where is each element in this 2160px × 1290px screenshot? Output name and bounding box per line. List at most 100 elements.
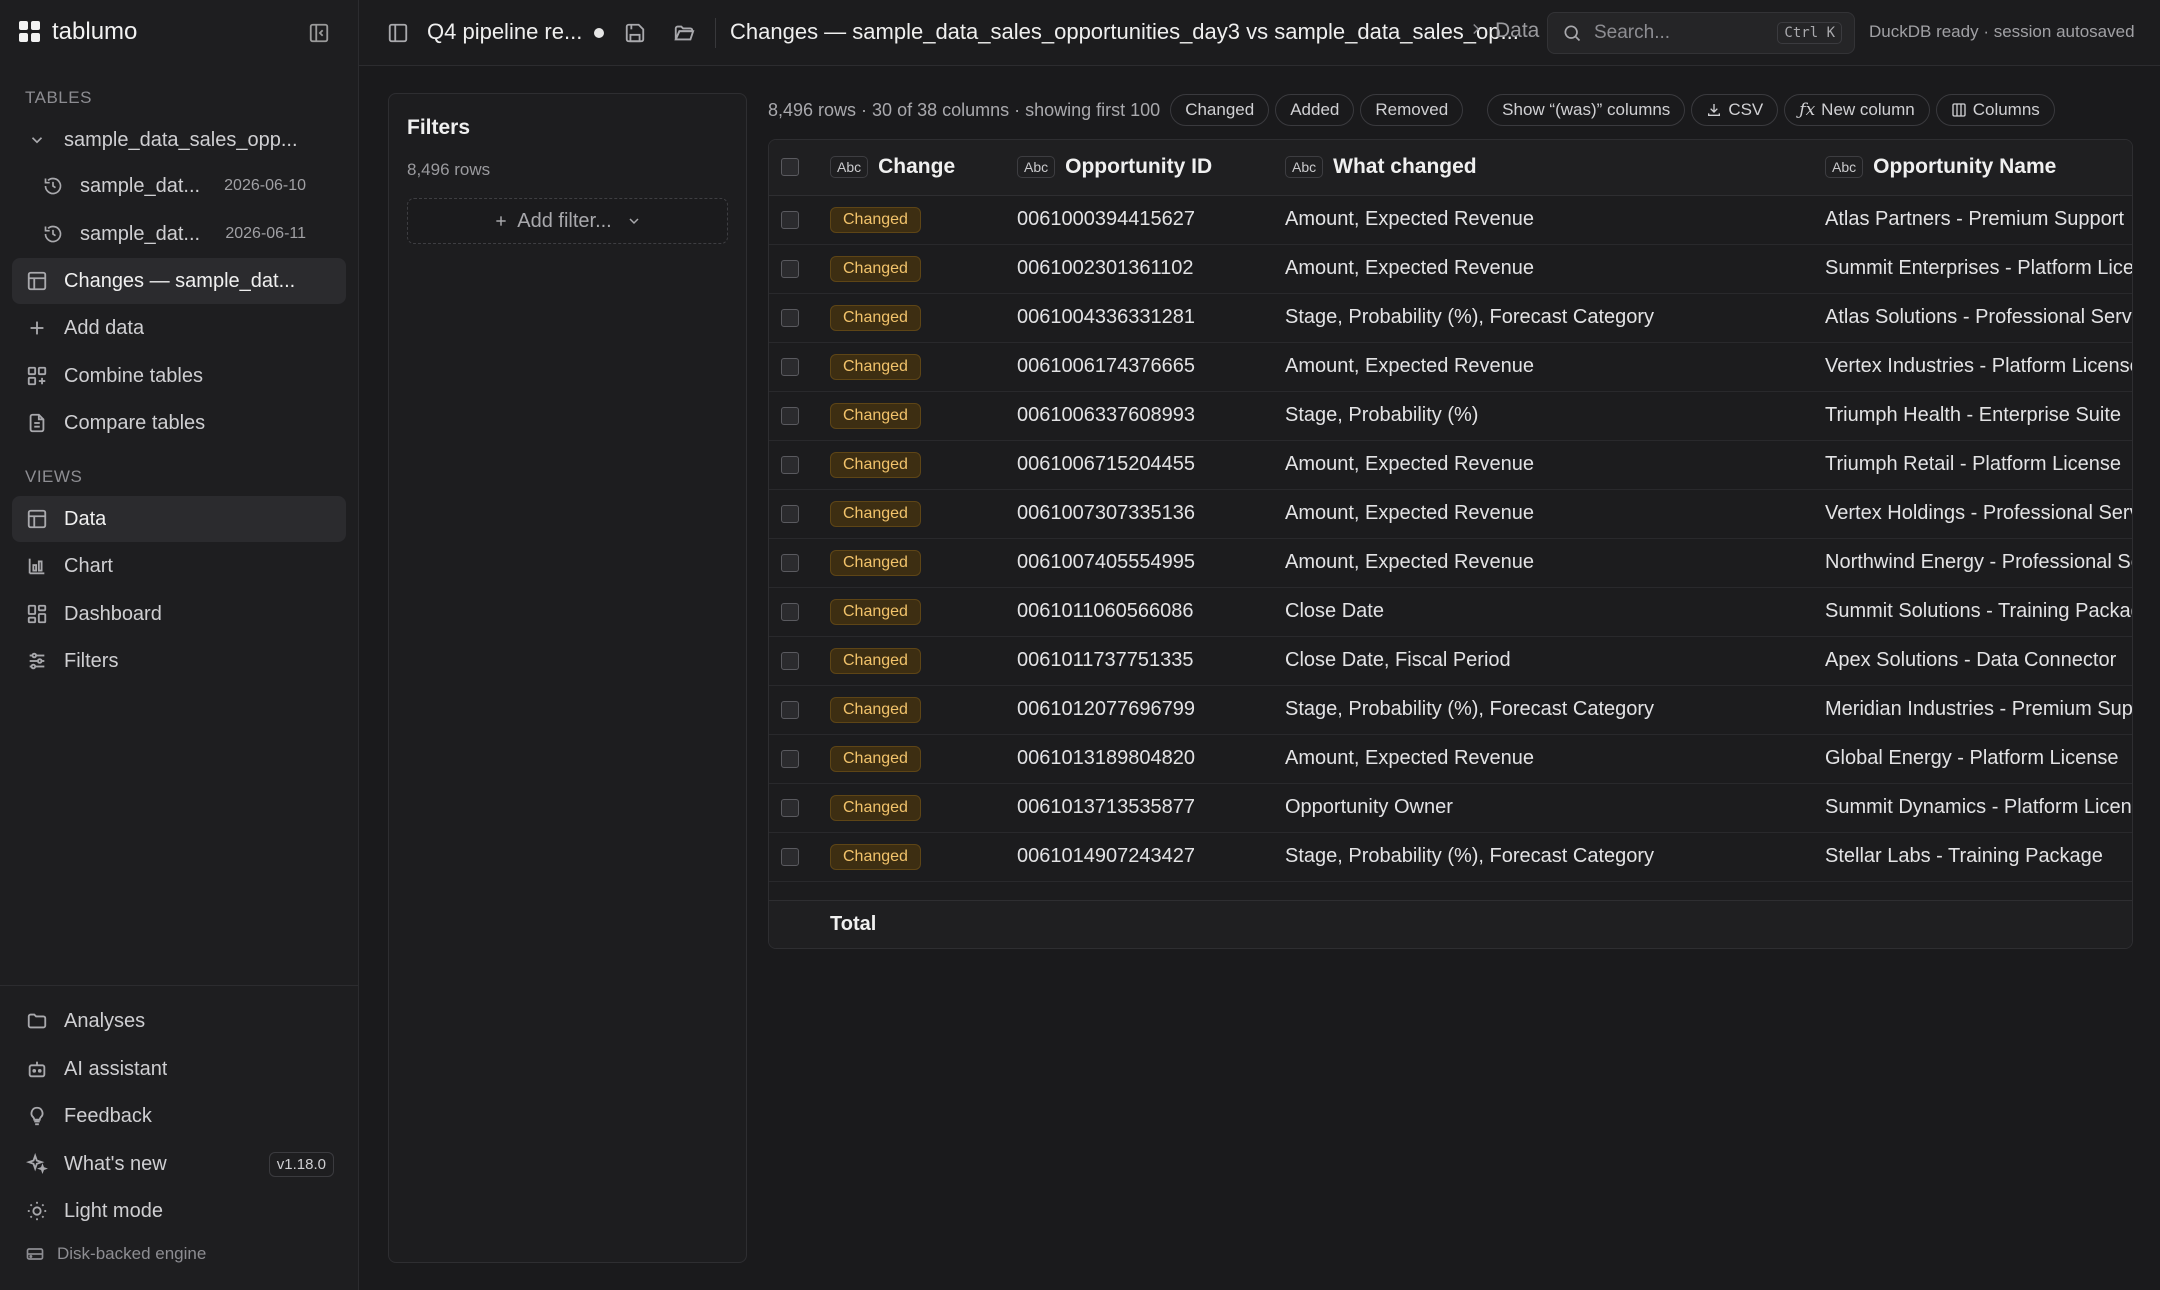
table-row[interactable]: Changed 0061000394415627 Amount, Expected … — [769, 195, 2132, 244]
sidebar-item-dashboard[interactable]: Dashboard — [12, 591, 346, 637]
row-checkbox[interactable] — [781, 357, 799, 376]
table-row[interactable]: Changed 0061013189804820 Amount, Expected … — [769, 734, 2132, 783]
opportunity-name-cell: Stellar Labs - Training Package — [1825, 845, 2103, 867]
row-checkbox[interactable] — [781, 700, 799, 719]
row-checkbox[interactable] — [781, 406, 799, 425]
what-changed-cell: Stage, Probability (%), Forecast Categor… — [1285, 306, 1655, 328]
change-cell: Changed — [816, 244, 1017, 293]
row-select-cell — [769, 293, 816, 342]
sidebar-item-ai-assistant[interactable]: AI assistant — [12, 1046, 346, 1092]
change-status-badge: Changed — [830, 549, 921, 576]
table-row[interactable]: Changed 0061011060566086 Close Date Summit … — [769, 587, 2132, 636]
table-row[interactable]: Changed 0061007405554995 Amount, Expected … — [769, 538, 2132, 587]
brand[interactable]: tablumo — [18, 14, 137, 50]
keyboard-shortcut: Ctrl K — [1777, 22, 1842, 44]
row-checkbox[interactable] — [781, 602, 799, 621]
sidebar-item-whats-new[interactable]: What's new v1.18.0 — [12, 1141, 346, 1187]
toggle-panel-icon[interactable] — [382, 18, 414, 48]
opportunity-name-cell: Summit Dynamics - Platform License — [1825, 796, 2133, 818]
table-group-sales-opportunities[interactable]: sample_data_sales_opp... — [12, 117, 346, 163]
export-csv-button[interactable]: CSV — [1691, 94, 1779, 126]
sidebar-item-label: Compare tables — [64, 411, 206, 434]
snapshot-item-1[interactable]: sample_dat... 2026-06-10 — [28, 163, 346, 209]
change-cell: Changed — [816, 440, 1017, 489]
sidebar: tablumo TABLES sample_data_sales_opp... … — [0, 0, 359, 1290]
table-icon — [24, 508, 50, 530]
table-row[interactable]: Changed 0061007307335136 Amount, Expected … — [769, 489, 2132, 538]
opportunity-id-cell: 0061006174376665 — [1017, 355, 1195, 377]
function-icon: ƒx — [1799, 100, 1816, 120]
chevron-down-icon[interactable] — [24, 131, 50, 149]
column-header-opportunity-name[interactable]: Abc Opportunity Name — [1825, 140, 2132, 196]
add-filter-button[interactable]: Add filter... — [407, 198, 728, 244]
table-row[interactable]: Changed 0061002301361102 Amount, Expected … — [769, 244, 2132, 293]
breadcrumb-current-table[interactable]: Changes — sample_data_sales_opportunitie… — [730, 19, 1519, 45]
sidebar-item-feedback[interactable]: Feedback — [12, 1093, 346, 1139]
select-all-cell — [769, 140, 816, 196]
table-row[interactable]: Changed 0061006174376665 Amount, Expected … — [769, 342, 2132, 391]
row-select-cell — [769, 587, 816, 636]
row-checkbox[interactable] — [781, 455, 799, 474]
show-was-columns-button[interactable]: Show “(was)” columns — [1487, 94, 1686, 126]
table-row[interactable]: Changed 0061006337608993 Stage, Probabilit… — [769, 391, 2132, 440]
save-icon[interactable] — [619, 18, 651, 48]
sidebar-item-chart[interactable]: Chart — [12, 543, 346, 589]
snapshot-date: 2026-06-10 — [224, 177, 306, 194]
row-checkbox[interactable] — [781, 651, 799, 670]
sidebar-item-label: What's new — [64, 1152, 167, 1175]
row-checkbox[interactable] — [781, 210, 799, 229]
sidebar-item-data[interactable]: Data — [12, 496, 346, 542]
compare-tables-button[interactable]: Compare tables — [12, 400, 346, 446]
row-checkbox[interactable] — [781, 553, 799, 572]
change-cell: Changed — [816, 342, 1017, 391]
table-row[interactable]: Changed 0061004336331281 Stage, Probabilit… — [769, 293, 2132, 342]
change-status-badge: Changed — [830, 451, 921, 478]
table-row[interactable]: Changed 0061013713535877 Opportunity Owner… — [769, 783, 2133, 832]
select-all-checkbox[interactable] — [781, 158, 799, 177]
row-checkbox[interactable] — [781, 259, 799, 278]
snapshot-item-2[interactable]: sample_dat... 2026-06-11 — [28, 211, 346, 257]
table-row[interactable]: Changed 0061011737751335 Close Date, Fisca… — [769, 636, 2132, 685]
row-checkbox[interactable] — [781, 847, 799, 866]
sidebar-item-filters[interactable]: Filters — [12, 638, 346, 684]
filter-removed-chip[interactable]: Removed — [1360, 94, 1464, 126]
columns-button[interactable]: Columns — [1935, 94, 2055, 126]
collapse-sidebar-icon[interactable] — [302, 18, 336, 48]
what-changed-cell: Close Date, Fiscal Period — [1285, 649, 1511, 671]
light-mode-toggle[interactable]: Light mode — [12, 1188, 346, 1234]
row-checkbox[interactable] — [781, 504, 799, 523]
new-column-button[interactable]: ƒx New column — [1784, 94, 1930, 126]
open-folder-icon[interactable] — [668, 18, 700, 48]
change-cell: Changed — [816, 783, 1017, 832]
analysis-name[interactable]: Q4 pipeline re... — [427, 19, 582, 45]
table-row[interactable]: Changed 0061006715204455 Amount, Expected … — [769, 440, 2132, 489]
add-data-button[interactable]: Add data — [12, 305, 346, 351]
column-header-what-changed[interactable]: Abc What changed — [1285, 140, 1825, 196]
sparkles-icon — [24, 1153, 50, 1175]
combine-tables-button[interactable]: Combine tables — [12, 353, 346, 399]
row-checkbox[interactable] — [781, 749, 799, 768]
table-row[interactable]: Changed 0061012077696799 Stage, Probabilit… — [769, 685, 2132, 734]
search-box[interactable]: Ctrl K — [1547, 12, 1855, 54]
column-header-label: Opportunity ID — [1065, 155, 1213, 179]
unsaved-indicator — [594, 28, 604, 38]
column-header-change[interactable]: Abc Change — [816, 140, 1017, 196]
search-input[interactable] — [1592, 21, 1762, 45]
row-checkbox[interactable] — [781, 308, 799, 327]
plus-icon — [493, 213, 509, 229]
breadcrumb-view[interactable]: Data — [1495, 19, 1539, 43]
filter-changed-chip[interactable]: Changed — [1170, 94, 1270, 126]
table-row[interactable]: Changed 0061014907243427 Stage, Probabilit… — [769, 832, 2132, 881]
change-cell: Changed — [816, 587, 1017, 636]
app-name: tablumo — [52, 18, 138, 45]
chevron-right-icon — [1467, 20, 1485, 38]
column-header-opportunity-id[interactable]: Abc Opportunity ID — [1017, 140, 1285, 196]
dashboard-icon — [24, 603, 50, 625]
column-header-label: Change — [878, 155, 956, 179]
sidebar-item-changes[interactable]: Changes — sample_dat... — [12, 258, 346, 304]
opportunity-id-cell: 0061013713535877 — [1017, 796, 1195, 818]
filter-added-chip[interactable]: Added — [1275, 94, 1355, 126]
sidebar-item-analyses[interactable]: Analyses — [12, 998, 346, 1044]
row-checkbox[interactable] — [781, 798, 799, 817]
folder-icon — [24, 1010, 50, 1032]
